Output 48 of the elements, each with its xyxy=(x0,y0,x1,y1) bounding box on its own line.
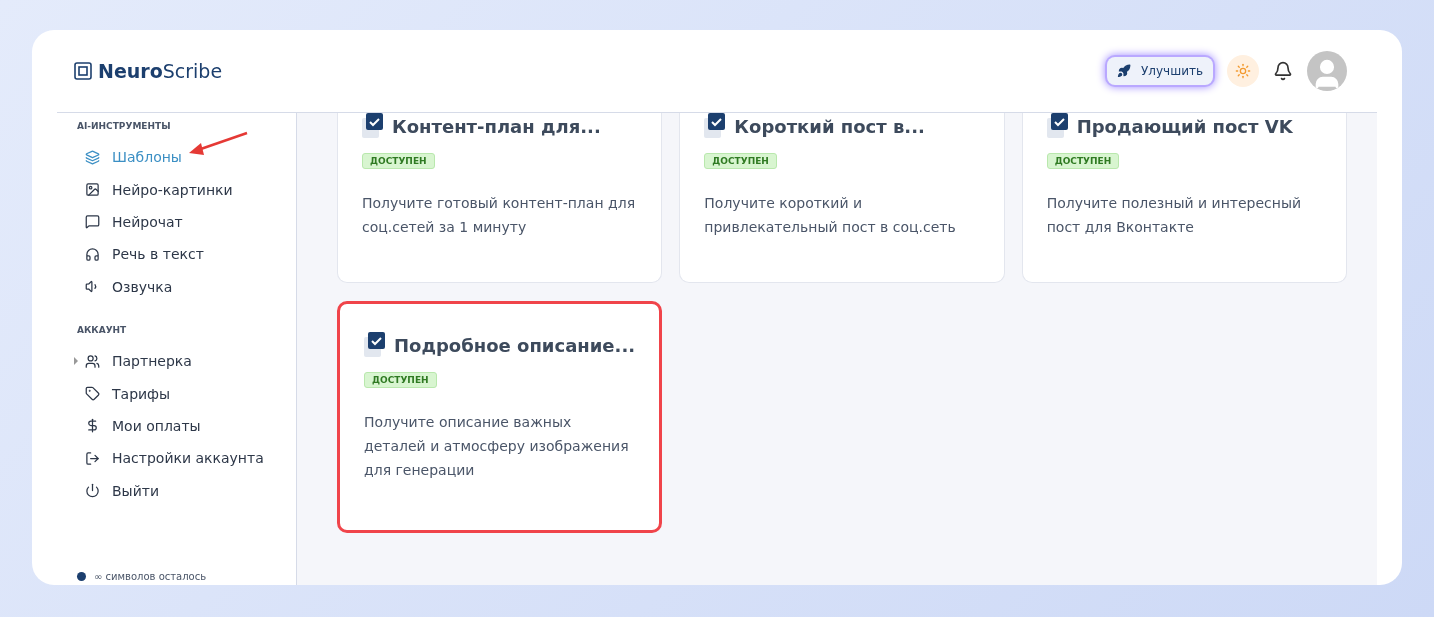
sidebar-item[interactable]: Шаблоны xyxy=(77,141,296,174)
sidebar-item[interactable]: Партнерка xyxy=(77,344,296,378)
checklist-icon xyxy=(364,332,386,358)
section-title: АККАУНТ xyxy=(77,324,128,335)
tag-icon xyxy=(85,386,100,402)
section-title: AI-ИНСТРУМЕНТЫ xyxy=(77,121,172,131)
chat-icon xyxy=(85,214,100,230)
theme-toggle-button[interactable] xyxy=(1227,55,1259,87)
sidebar-item[interactable]: Настройки аккаунта xyxy=(77,442,296,475)
exit-icon xyxy=(85,450,100,466)
sidebar-item[interactable]: Выйти xyxy=(77,474,296,507)
card-description: Получите описание важных деталей и атмосферу изображения для генерации xyxy=(364,413,630,480)
power-icon xyxy=(85,483,100,499)
logo-icon xyxy=(74,62,92,80)
sidebar-item[interactable]: Нейрочат xyxy=(77,205,296,239)
notifications-bell-icon[interactable] xyxy=(1273,61,1293,81)
card-title: Короткий пост в... xyxy=(734,115,925,137)
card-description: Получите готовый контент-план для соц.сетей за 1 минуту xyxy=(362,194,637,237)
sidebar-item[interactable]: Речь в текст xyxy=(77,238,296,271)
status-badge: ДОСТУПЕН xyxy=(1046,153,1120,169)
template-card[interactable]: Короткий пост в... ДОСТУПЕН Получите короткий и привлекательный пост в соц.сеть xyxy=(679,113,1005,283)
status-badge: ДОСТУПЕН xyxy=(364,372,437,388)
card-title: Контент-план для... xyxy=(392,115,601,137)
card-description: Получите полезный и интересный пост для Вконтакте xyxy=(1046,194,1303,237)
status-badge: ДОСТУПЕН xyxy=(362,153,435,169)
upgrade-button[interactable]: Улучшить xyxy=(1107,57,1213,85)
layers-icon xyxy=(85,149,100,165)
template-card[interactable]: Контент-план для... ДОСТУПЕН Получите готовый контент-план для соц.сетей за 1 минуту xyxy=(337,113,663,283)
status-dot xyxy=(77,572,86,581)
symbols-left: ∞ символов осталось xyxy=(94,571,207,582)
sidebar-item[interactable]: Нейро-картинки xyxy=(77,173,296,206)
template-card[interactable]: Продающий пост VK ДОСТУПЕН Получите полезный и интересный пост для Вконтакте xyxy=(1021,113,1347,283)
status-badge: ДОСТУПЕН xyxy=(704,153,777,169)
template-card[interactable]: Подробное описание... ДОСТУПЕН Получите описание важных деталей и атмосферу изображения для генерации xyxy=(337,301,663,533)
headphones-icon xyxy=(85,246,100,262)
avatar[interactable] xyxy=(1307,51,1347,91)
users-icon xyxy=(85,353,100,369)
sidebar-item[interactable]: Тарифы xyxy=(77,377,296,410)
card-title: Продающий пост VK xyxy=(1076,115,1293,137)
sidebar-item[interactable]: Мои оплаты xyxy=(77,409,296,443)
dollar-icon xyxy=(85,418,100,434)
sidebar-item[interactable]: Озвучка xyxy=(77,270,296,303)
card-title: Подробное описание... xyxy=(394,334,636,356)
rocket-icon xyxy=(1117,64,1131,78)
image-icon xyxy=(85,182,100,198)
card-description: Получите короткий и привлекательный пост в соц.сеть xyxy=(704,194,957,237)
brand-name[interactable]: NeuroScribe xyxy=(98,60,223,82)
sun-icon xyxy=(1235,63,1251,79)
